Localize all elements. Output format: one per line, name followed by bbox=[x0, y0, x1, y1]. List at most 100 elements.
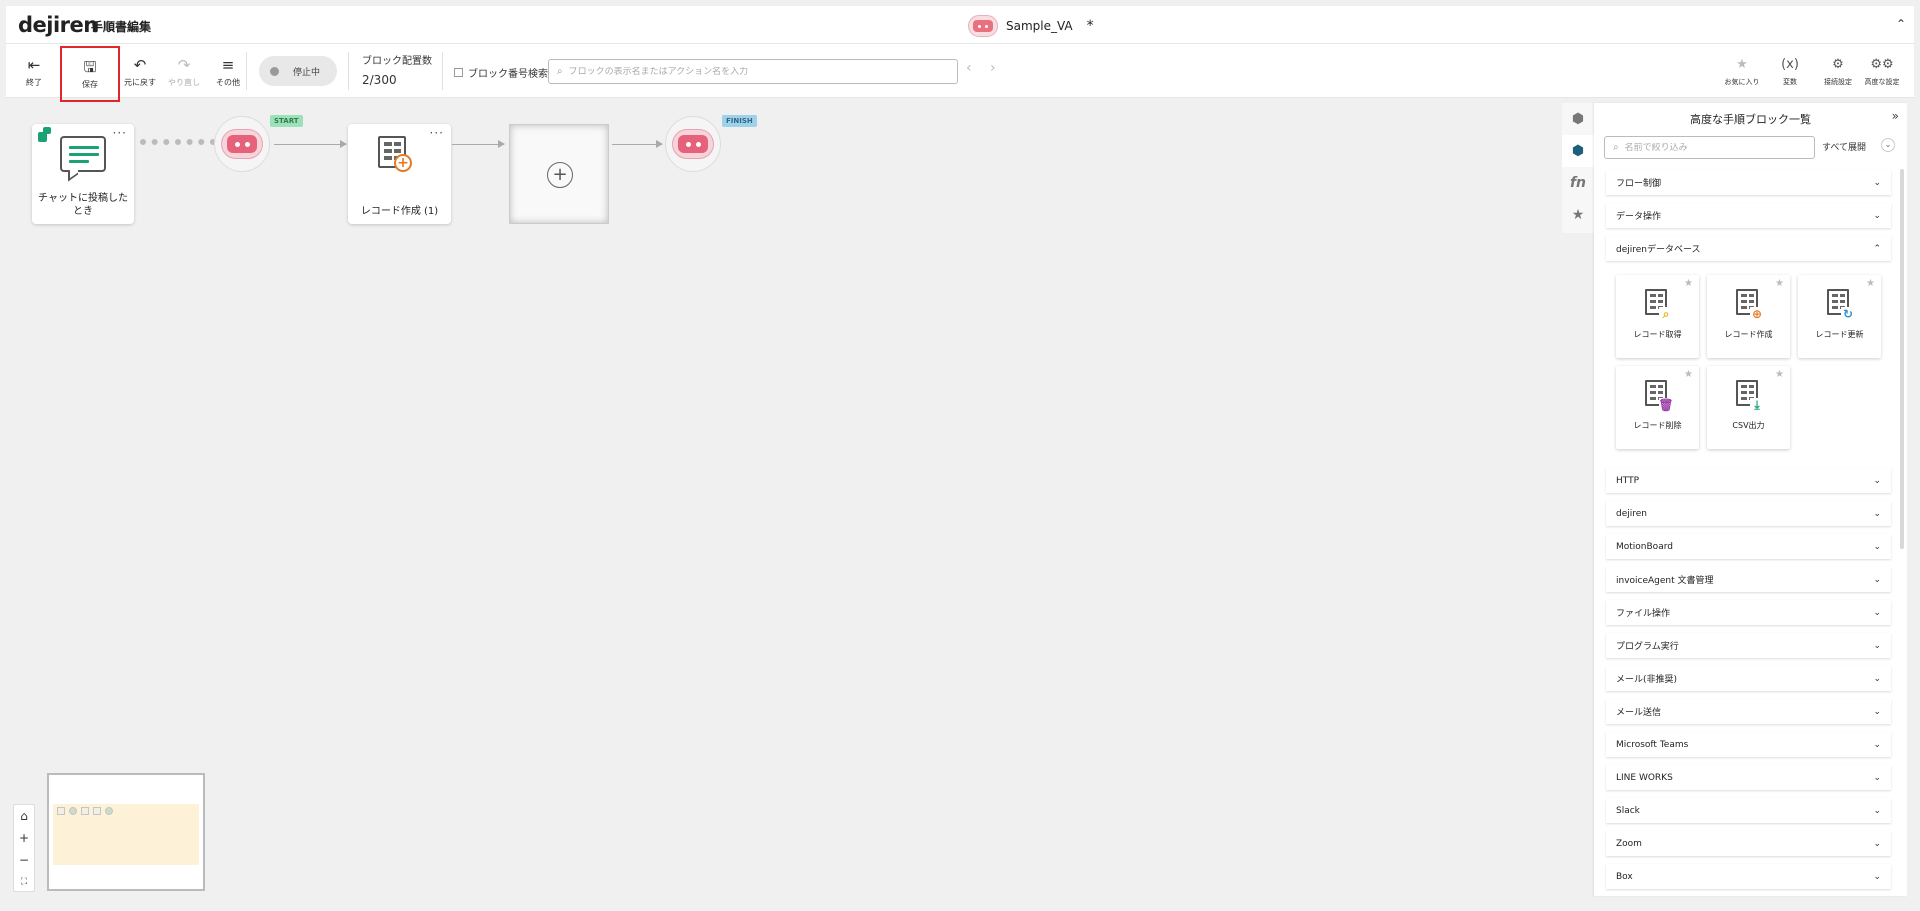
app-header: dejiren 手順書編集 Sample_VA * ⌃ bbox=[6, 6, 1914, 44]
redo-button[interactable]: ↷ やり直し bbox=[162, 50, 206, 94]
block-tile[interactable]: ★ ⤓ CSV出力 bbox=[1707, 366, 1790, 449]
category-label: データ操作 bbox=[1616, 212, 1662, 222]
flow-canvas[interactable]: ··· チャットに投稿したとき START ··· + レコード作成 (1) + bbox=[0, 98, 1560, 911]
category-header[interactable]: Microsoft Teams ⌄ bbox=[1606, 732, 1891, 757]
chevron-down-icon: ⌄ bbox=[1873, 673, 1881, 684]
chevron-down-icon: ⌄ bbox=[1873, 541, 1881, 552]
advanced-blocks-panel: 高度な手順ブロック一覧 » ⌕ すべて展開 ⌄ フロー制御⌄データ操作⌄deji… bbox=[1594, 103, 1907, 896]
home-icon[interactable]: ⌂ bbox=[14, 805, 34, 827]
favorite-star-icon[interactable]: ★ bbox=[1775, 278, 1784, 289]
block-tile-label: レコード作成 bbox=[1724, 330, 1773, 339]
chevron-up-icon: ⌃ bbox=[1873, 243, 1881, 254]
search-prev-icon[interactable]: ‹ bbox=[966, 60, 972, 76]
block-search-input[interactable] bbox=[568, 66, 949, 77]
dejiren-logo: dejiren bbox=[18, 13, 98, 37]
plus-circle-icon: + bbox=[547, 162, 573, 188]
chevron-down-icon: ⌄ bbox=[1873, 871, 1881, 882]
record-create-icon: ⊕ bbox=[1736, 289, 1764, 321]
block-tile[interactable]: ★ ↻ レコード更新 bbox=[1798, 275, 1881, 358]
trigger-connector bbox=[140, 139, 216, 145]
category-label: ファイル操作 bbox=[1616, 609, 1671, 619]
category-header[interactable]: Box ⌄ bbox=[1606, 864, 1891, 889]
category-header[interactable]: dejiren ⌄ bbox=[1606, 501, 1891, 526]
category-header[interactable]: MotionBoard ⌄ bbox=[1606, 534, 1891, 559]
chevron-double-up-icon[interactable]: ⌃ bbox=[1896, 17, 1906, 31]
start-robot-node[interactable] bbox=[214, 116, 270, 172]
start-tag: START bbox=[270, 115, 303, 127]
chevron-down-icon[interactable]: ⌄ bbox=[1881, 138, 1895, 152]
star-icon[interactable]: ★ bbox=[1562, 199, 1594, 231]
chevron-double-right-icon[interactable]: » bbox=[1892, 109, 1899, 123]
block-filter-input[interactable] bbox=[1624, 142, 1805, 153]
category-header[interactable]: ファイル操作 ⌄ bbox=[1606, 600, 1891, 625]
more-button[interactable]: ≡ その他 bbox=[206, 50, 250, 94]
zoom-out-icon[interactable]: − bbox=[14, 849, 34, 871]
exit-icon: ⇤ bbox=[27, 55, 41, 74]
block-number-search-toggle[interactable]: ブロック番号検索 bbox=[454, 65, 548, 80]
trigger-badge-icon bbox=[38, 127, 52, 143]
toolbar-divider bbox=[348, 52, 349, 90]
category-header[interactable]: invoiceAgent 文書管理 ⌄ bbox=[1606, 567, 1891, 592]
panel-scrollbar[interactable] bbox=[1900, 169, 1904, 549]
category-header[interactable]: フロー制御 ⌄ bbox=[1606, 170, 1891, 195]
save-button[interactable]: 🖫 保存 bbox=[60, 46, 120, 102]
connection-settings-button[interactable]: ⚙ 接続設定 bbox=[1814, 50, 1862, 94]
run-status-toggle[interactable]: 停止中 bbox=[259, 56, 337, 86]
category-header[interactable]: メール送信 ⌄ bbox=[1606, 699, 1891, 724]
add-block-slot[interactable]: + bbox=[509, 124, 609, 224]
fit-screen-icon[interactable]: ⛶ bbox=[14, 871, 34, 893]
category-label: invoiceAgent 文書管理 bbox=[1616, 576, 1714, 586]
category-header[interactable]: LINE WORKS ⌄ bbox=[1606, 765, 1891, 790]
favorites-label: お気に入り bbox=[1724, 78, 1760, 86]
record-create-block[interactable]: ··· + レコード作成 (1) bbox=[348, 124, 451, 224]
block-tile[interactable]: ★ ⊕ レコード作成 bbox=[1707, 275, 1790, 358]
chevron-down-icon: ⌄ bbox=[1873, 475, 1881, 486]
category-header[interactable]: Slack ⌄ bbox=[1606, 798, 1891, 823]
advanced-blocks-icon[interactable]: ⬢ bbox=[1562, 135, 1594, 167]
block-tile[interactable]: ★ 🗑 レコード削除 bbox=[1616, 366, 1699, 449]
favorite-star-icon[interactable]: ★ bbox=[1684, 369, 1693, 380]
block-more-icon[interactable]: ··· bbox=[430, 126, 444, 140]
block-more-icon[interactable]: ··· bbox=[113, 126, 127, 140]
category-label: Zoom bbox=[1616, 838, 1642, 849]
minimap[interactable] bbox=[47, 773, 205, 891]
category-header[interactable]: Zoom ⌄ bbox=[1606, 831, 1891, 856]
category-header[interactable]: データ操作 ⌄ bbox=[1606, 203, 1891, 228]
finish-robot-node[interactable] bbox=[665, 116, 721, 172]
category-label: HTTP bbox=[1616, 475, 1640, 486]
unsaved-indicator: * bbox=[1086, 18, 1094, 34]
favorites-button[interactable]: ★ お気に入り bbox=[1718, 50, 1766, 94]
status-label: 停止中 bbox=[293, 67, 321, 78]
block-tile[interactable]: ★ ⌕ レコード取得 bbox=[1616, 275, 1699, 358]
category-label: Microsoft Teams bbox=[1616, 739, 1689, 750]
category-label: フロー制御 bbox=[1616, 179, 1662, 189]
undo-button[interactable]: ↶ 元に戻す bbox=[118, 50, 162, 94]
exit-button[interactable]: ⇤ 終了 bbox=[12, 50, 56, 94]
category-label: LINE WORKS bbox=[1616, 772, 1673, 783]
search-next-icon[interactable]: › bbox=[990, 60, 996, 76]
robot-icon bbox=[221, 129, 263, 159]
category-header[interactable]: dejirenデータベース ⌃ bbox=[1606, 236, 1891, 261]
category-header[interactable]: プログラム実行 ⌄ bbox=[1606, 633, 1891, 658]
category-header[interactable]: HTTP ⌄ bbox=[1606, 468, 1891, 493]
variables-button[interactable]: (x) 変数 bbox=[1766, 50, 1814, 94]
trigger-block-chat-posted[interactable]: ··· チャットに投稿したとき bbox=[32, 124, 134, 224]
favorite-star-icon[interactable]: ★ bbox=[1775, 369, 1784, 380]
block-tile-label: レコード削除 bbox=[1633, 421, 1682, 430]
favorite-star-icon[interactable]: ★ bbox=[1684, 278, 1693, 289]
function-icon[interactable]: fn bbox=[1562, 167, 1594, 199]
cube-icon[interactable]: ⬢ bbox=[1562, 103, 1594, 135]
record-update-icon: ↻ bbox=[1827, 289, 1855, 321]
status-dot-icon bbox=[270, 66, 279, 76]
category-label: メール(非推奨) bbox=[1616, 675, 1678, 685]
block-number-search-checkbox[interactable] bbox=[454, 68, 463, 77]
favorite-star-icon[interactable]: ★ bbox=[1866, 278, 1875, 289]
block-number-search-label: ブロック番号検索 bbox=[468, 69, 548, 80]
advanced-settings-button[interactable]: ⚙⚙ 高度な設定 bbox=[1858, 50, 1906, 94]
category-header[interactable]: メール(非推奨) ⌄ bbox=[1606, 666, 1891, 691]
category-label: プログラム実行 bbox=[1616, 642, 1679, 652]
minimap-node bbox=[81, 807, 89, 815]
expand-all-button[interactable]: すべて展開 bbox=[1822, 140, 1866, 153]
minimap-node bbox=[105, 807, 113, 815]
zoom-in-icon[interactable]: + bbox=[14, 827, 34, 849]
